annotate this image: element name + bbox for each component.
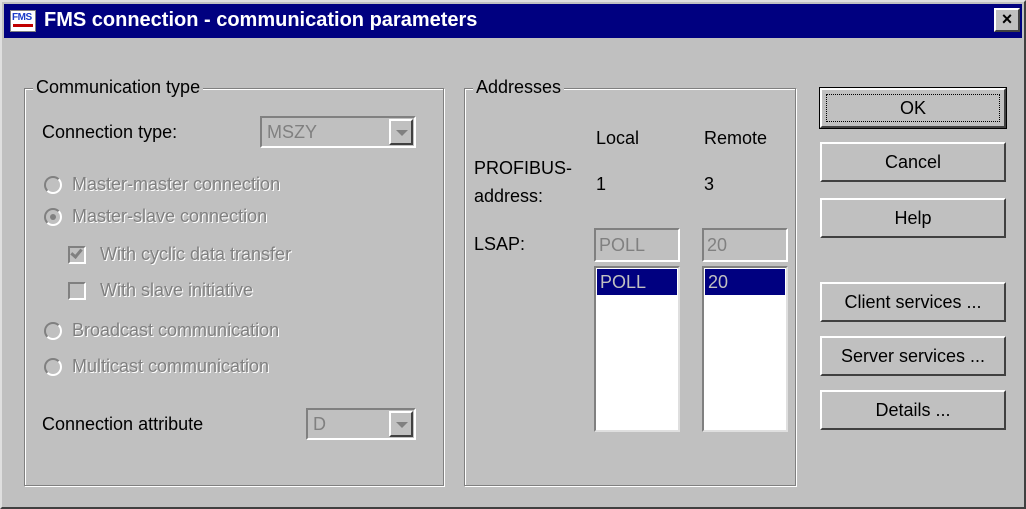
ok-button[interactable]: OK [819, 87, 1007, 129]
radio-selected-dot [50, 214, 56, 220]
connection-attribute-select[interactable]: D [306, 408, 416, 440]
connection-type-dropdown-button[interactable] [389, 119, 413, 145]
local-lsap-list[interactable]: POLL [594, 266, 680, 432]
connection-attribute-dropdown-button[interactable] [389, 411, 413, 437]
cancel-button[interactable]: Cancel [820, 142, 1006, 182]
radio-master-slave[interactable] [44, 208, 62, 226]
ok-button-label: OK [899, 98, 926, 118]
profibus-address-label-line2: address: [474, 186, 544, 206]
close-icon: × [1001, 9, 1013, 29]
connection-attribute-value: D [313, 414, 326, 434]
window-title: FMS connection - communication parameter… [44, 9, 478, 31]
remote-lsap-field[interactable]: 20 [702, 228, 788, 262]
app-icon-arrow [13, 24, 33, 27]
local-lsap-list-item-selected[interactable]: POLL [597, 269, 677, 295]
checkmark-icon [70, 246, 83, 259]
app-icon-text: FMS [12, 12, 32, 23]
lsap-label: LSAP: [474, 234, 526, 254]
radio-master-slave-label[interactable]: Master-slave connection [72, 206, 267, 227]
radio-multicast[interactable] [44, 358, 62, 376]
chevron-down-icon [396, 422, 408, 428]
checkbox-slave-initiative-label[interactable]: With slave initiative [100, 280, 253, 301]
chevron-down-icon [396, 130, 408, 136]
connection-attribute-label: Connection attribute [42, 414, 204, 434]
fms-app-icon: FMS [10, 10, 36, 32]
client-services-button[interactable]: Client services ... [820, 282, 1006, 322]
details-button[interactable]: Details ... [820, 390, 1006, 430]
connection-type-select[interactable]: MSZY [260, 116, 416, 148]
addresses-legend: Addresses [473, 77, 565, 98]
local-column-header: Local [596, 128, 640, 148]
remote-lsap-list-item-selected[interactable]: 20 [705, 269, 785, 295]
help-button-label: Help [894, 208, 932, 228]
profibus-address-label-line1: PROFIBUS- [474, 158, 573, 178]
server-services-button[interactable]: Server services ... [820, 336, 1006, 376]
radio-master-master-label[interactable]: Master-master connection [72, 174, 280, 195]
remote-column-header: Remote [704, 128, 768, 148]
remote-lsap-list[interactable]: 20 [702, 266, 788, 432]
connection-type-label: Connection type: [42, 122, 178, 142]
checkbox-cyclic-data-transfer[interactable] [68, 246, 86, 264]
radio-broadcast[interactable] [44, 322, 62, 340]
help-button[interactable]: Help [820, 198, 1006, 238]
radio-broadcast-label[interactable]: Broadcast communication [72, 320, 279, 341]
dialog-window: FMS FMS connection - communication param… [0, 0, 1026, 509]
close-button[interactable]: × [994, 8, 1020, 32]
title-bar[interactable]: FMS FMS connection - communication param… [4, 4, 1022, 38]
remote-profibus-address: 3 [704, 174, 715, 194]
connection-type-value: MSZY [267, 122, 318, 142]
radio-master-master[interactable] [44, 176, 62, 194]
details-button-label: Details ... [875, 400, 951, 420]
local-lsap-value: POLL [599, 235, 646, 255]
local-profibus-address: 1 [596, 174, 607, 194]
checkbox-slave-initiative[interactable] [68, 282, 86, 300]
radio-multicast-label[interactable]: Multicast communication [72, 356, 269, 377]
communication-type-legend: Communication type [33, 77, 204, 98]
server-services-button-label: Server services ... [840, 346, 986, 366]
checkbox-cyclic-data-transfer-label[interactable]: With cyclic data transfer [100, 244, 291, 265]
local-lsap-field[interactable]: POLL [594, 228, 680, 262]
cancel-button-label: Cancel [884, 152, 942, 172]
client-services-button-label: Client services ... [844, 292, 982, 312]
remote-lsap-value: 20 [707, 235, 728, 255]
